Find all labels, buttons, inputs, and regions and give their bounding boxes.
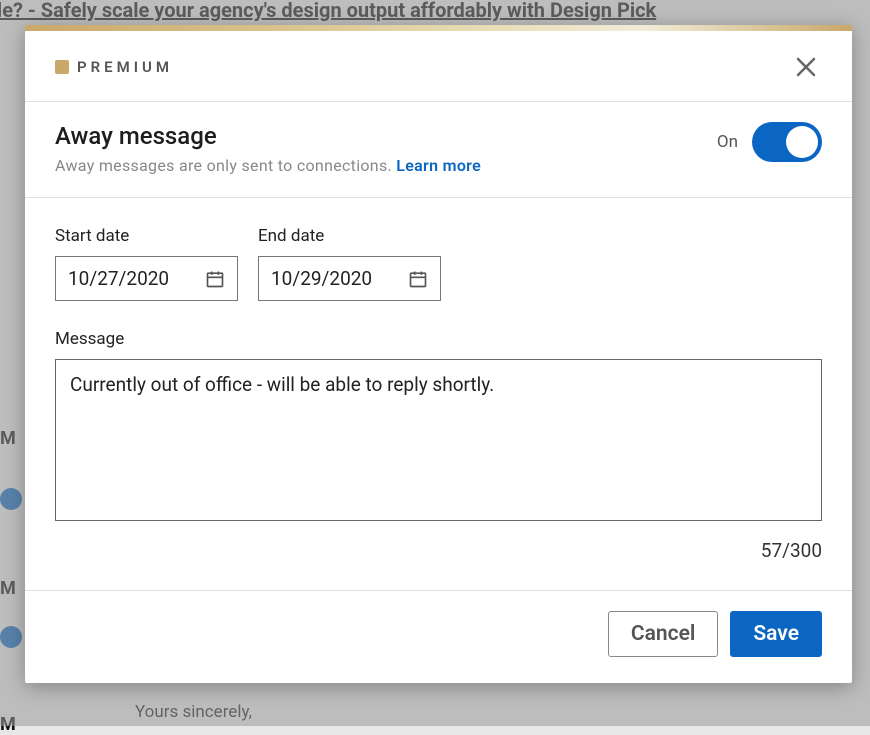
away-message-toggle[interactable]: [752, 122, 822, 162]
date-row: Start date 10/27/2020 End date 10/29/202…: [55, 226, 822, 301]
toggle-knob: [786, 126, 818, 158]
calendar-icon: [408, 269, 428, 289]
section-title-row: Away message Away messages are only sent…: [25, 102, 852, 197]
start-date-input[interactable]: 10/27/2020: [55, 256, 238, 301]
message-label: Message: [55, 329, 822, 349]
start-date-field: Start date 10/27/2020: [55, 226, 238, 301]
close-button[interactable]: [790, 51, 822, 83]
premium-badge: PREMIUM: [55, 58, 173, 76]
premium-gold-icon: [55, 60, 69, 74]
end-date-field: End date 10/29/2020: [258, 226, 441, 301]
title-block: Away message Away messages are only sent…: [55, 122, 481, 175]
character-count: 57/300: [55, 539, 822, 562]
calendar-icon: [205, 269, 225, 289]
modal-footer: Cancel Save: [25, 591, 852, 683]
save-button[interactable]: Save: [730, 611, 822, 657]
end-date-input[interactable]: 10/29/2020: [258, 256, 441, 301]
message-textarea[interactable]: [55, 359, 822, 521]
toggle-group: On: [717, 122, 822, 162]
toggle-state-label: On: [717, 132, 738, 152]
away-message-modal: PREMIUM Away message Away messages are o…: [25, 25, 852, 683]
end-date-value: 10/29/2020: [271, 267, 372, 290]
modal-subtitle: Away messages are only sent to connectio…: [55, 156, 481, 175]
start-date-label: Start date: [55, 226, 238, 246]
premium-label: PREMIUM: [77, 58, 173, 76]
subtitle-text: Away messages are only sent to connectio…: [55, 156, 396, 175]
learn-more-link[interactable]: Learn more: [396, 156, 481, 175]
form-body: Start date 10/27/2020 End date 10/29/202…: [25, 198, 852, 590]
start-date-value: 10/27/2020: [68, 267, 169, 290]
cancel-button[interactable]: Cancel: [608, 611, 718, 657]
modal-title: Away message: [55, 122, 481, 150]
close-icon: [794, 55, 818, 79]
end-date-label: End date: [258, 226, 441, 246]
modal-header: PREMIUM: [25, 31, 852, 101]
